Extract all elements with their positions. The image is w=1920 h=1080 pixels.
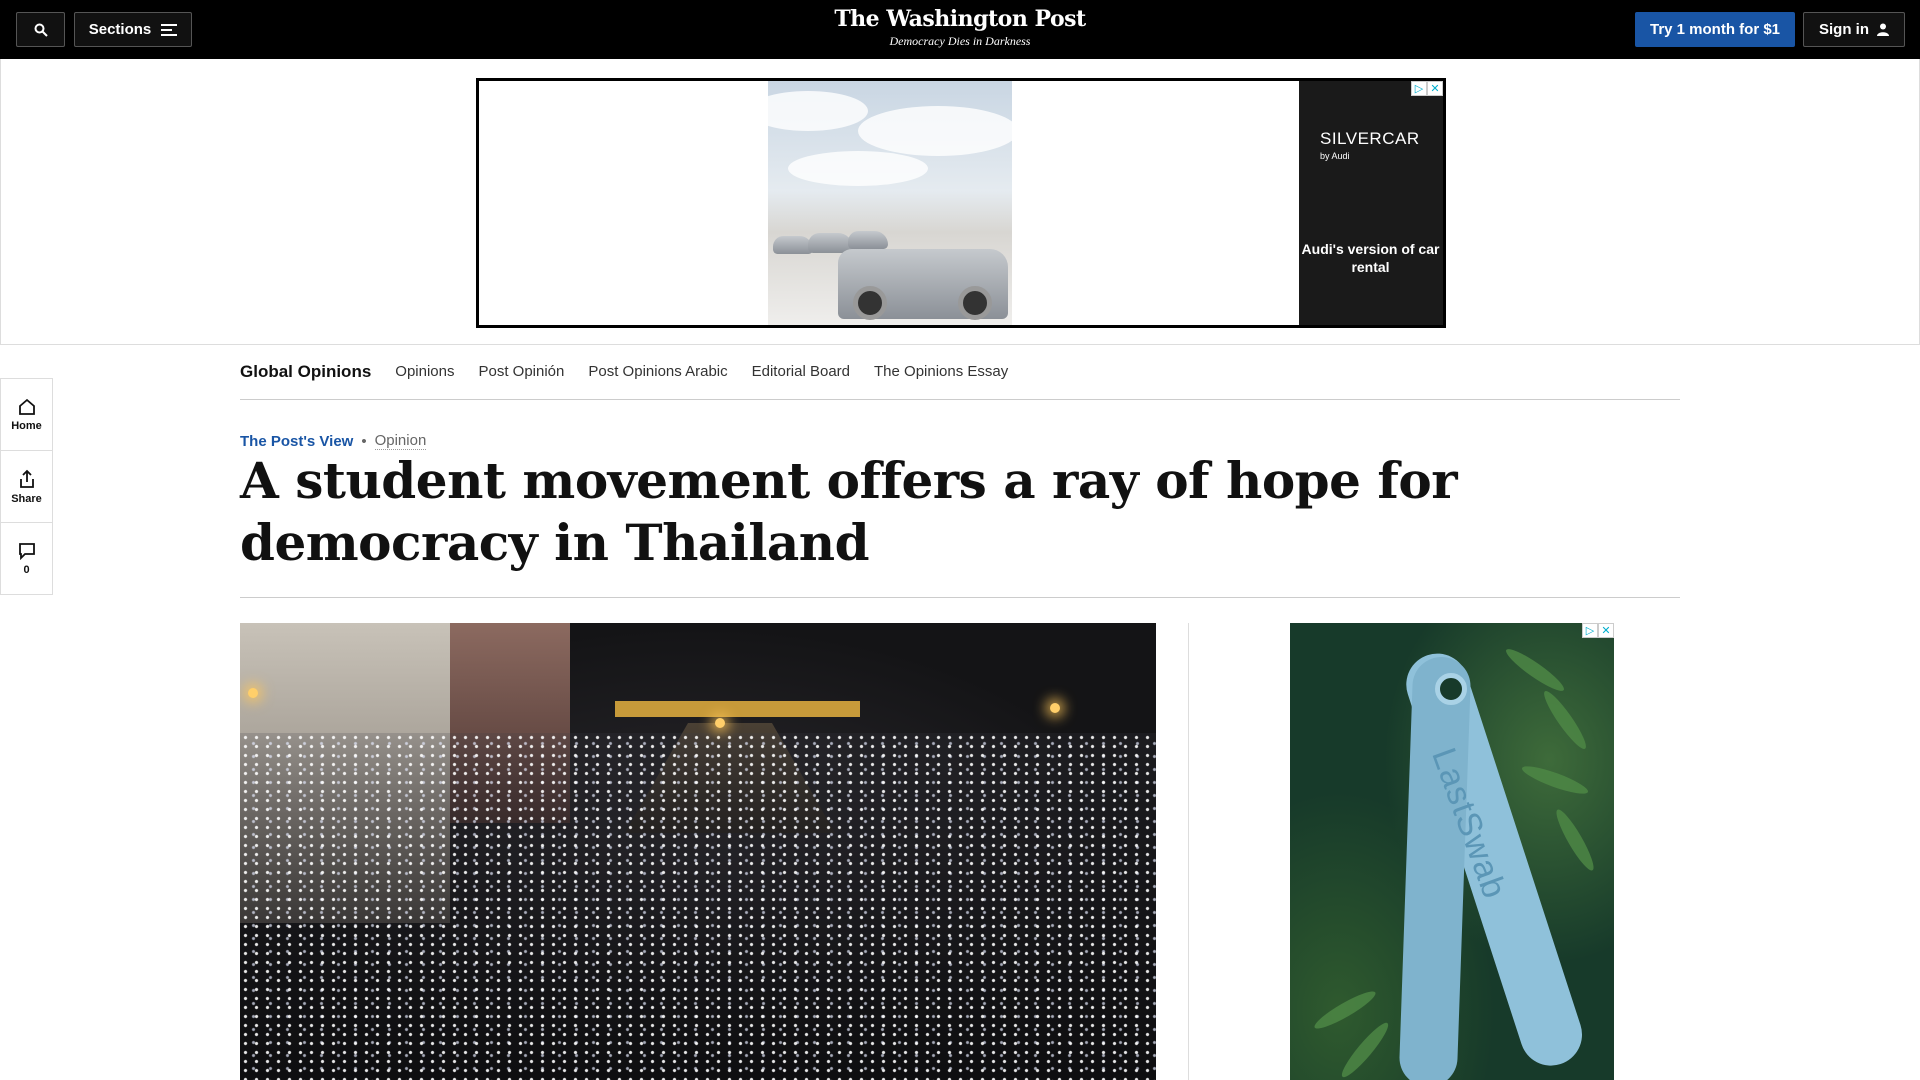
share-button[interactable]: Share xyxy=(1,451,52,523)
sidebar-ad-choices[interactable]: ▷ ✕ xyxy=(1582,623,1614,638)
kicker-label[interactable]: The Post's View xyxy=(240,433,353,450)
share-rail: Home Share 0 xyxy=(0,378,53,595)
comments-button[interactable]: 0 xyxy=(1,523,52,594)
ad-brand-panel: SILVERCAR by Audi Audi's version of car … xyxy=(1299,81,1443,325)
sections-button[interactable]: Sections xyxy=(74,12,192,47)
ad-choices[interactable]: ▷ ✕ xyxy=(1411,81,1443,96)
user-icon xyxy=(1877,23,1889,36)
adchoices-icon[interactable]: ▷ xyxy=(1411,81,1427,96)
ad-product-hole xyxy=(1435,673,1467,705)
headline-divider xyxy=(240,597,1680,598)
home-label: Home xyxy=(11,419,42,432)
ad-brand: SILVERCAR xyxy=(1320,129,1420,148)
subscribe-button[interactable]: Try 1 month for $1 xyxy=(1635,12,1795,47)
sign-in-button[interactable]: Sign in xyxy=(1803,12,1905,47)
article-kicker: The Post's View • Opinion xyxy=(240,432,427,450)
close-icon[interactable]: ✕ xyxy=(1598,623,1614,638)
comment-icon xyxy=(18,542,35,560)
search-button[interactable] xyxy=(16,12,65,47)
share-label: Share xyxy=(11,492,42,505)
sidebar-ad[interactable]: LastSwab ▷ ✕ xyxy=(1290,623,1614,1080)
search-icon xyxy=(34,23,48,37)
section-navigation: Global Opinions Opinions Post Opinión Po… xyxy=(240,344,1680,400)
kicker-section[interactable]: Opinion xyxy=(374,432,427,450)
sign-in-label: Sign in xyxy=(1819,21,1869,38)
lead-photo[interactable] xyxy=(240,623,1156,1080)
ad-car-photo xyxy=(768,81,1012,325)
subscribe-label: Try 1 month for $1 xyxy=(1649,21,1781,38)
share-icon xyxy=(19,469,34,488)
close-icon[interactable]: ✕ xyxy=(1427,81,1443,96)
section-nav-item-opinions-essay[interactable]: The Opinions Essay xyxy=(874,363,1008,380)
ad-product-case-back xyxy=(1398,656,1472,1080)
logo-text: The Washington Post xyxy=(834,6,1086,32)
ad-subbrand: by Audi xyxy=(1320,151,1350,161)
top-banner-ad[interactable]: SILVERCAR by Audi Audi's version of car … xyxy=(476,78,1446,328)
adchoices-icon[interactable]: ▷ xyxy=(1582,623,1598,638)
home-icon xyxy=(18,398,35,415)
ad-copy: Audi's version of car rental xyxy=(1301,241,1440,275)
section-nav-item-post-opinions-arabic[interactable]: Post Opinions Arabic xyxy=(588,363,727,380)
top-navigation-bar: Sections The Washington Post Democracy D… xyxy=(0,0,1920,59)
tagline: Democracy Dies in Darkness xyxy=(889,34,1031,48)
section-nav-item-editorial-board[interactable]: Editorial Board xyxy=(752,363,850,380)
comments-count: 0 xyxy=(23,563,30,576)
masthead-logo[interactable]: The Washington Post Democracy Dies in Da… xyxy=(760,6,1160,49)
top-ad-container: SILVERCAR by Audi Audi's version of car … xyxy=(0,59,1920,345)
section-nav-item-post-opinion[interactable]: Post Opinión xyxy=(478,363,564,380)
kicker-separator: • xyxy=(361,432,367,450)
menu-icon xyxy=(161,23,178,36)
section-nav-item-opinions[interactable]: Opinions xyxy=(395,363,454,380)
article-headline: A student movement offers a ray of hope … xyxy=(240,451,1458,572)
column-divider xyxy=(1188,623,1189,1080)
section-nav-current[interactable]: Global Opinions xyxy=(240,362,371,382)
home-button[interactable]: Home xyxy=(1,379,52,451)
sections-label: Sections xyxy=(88,21,152,38)
